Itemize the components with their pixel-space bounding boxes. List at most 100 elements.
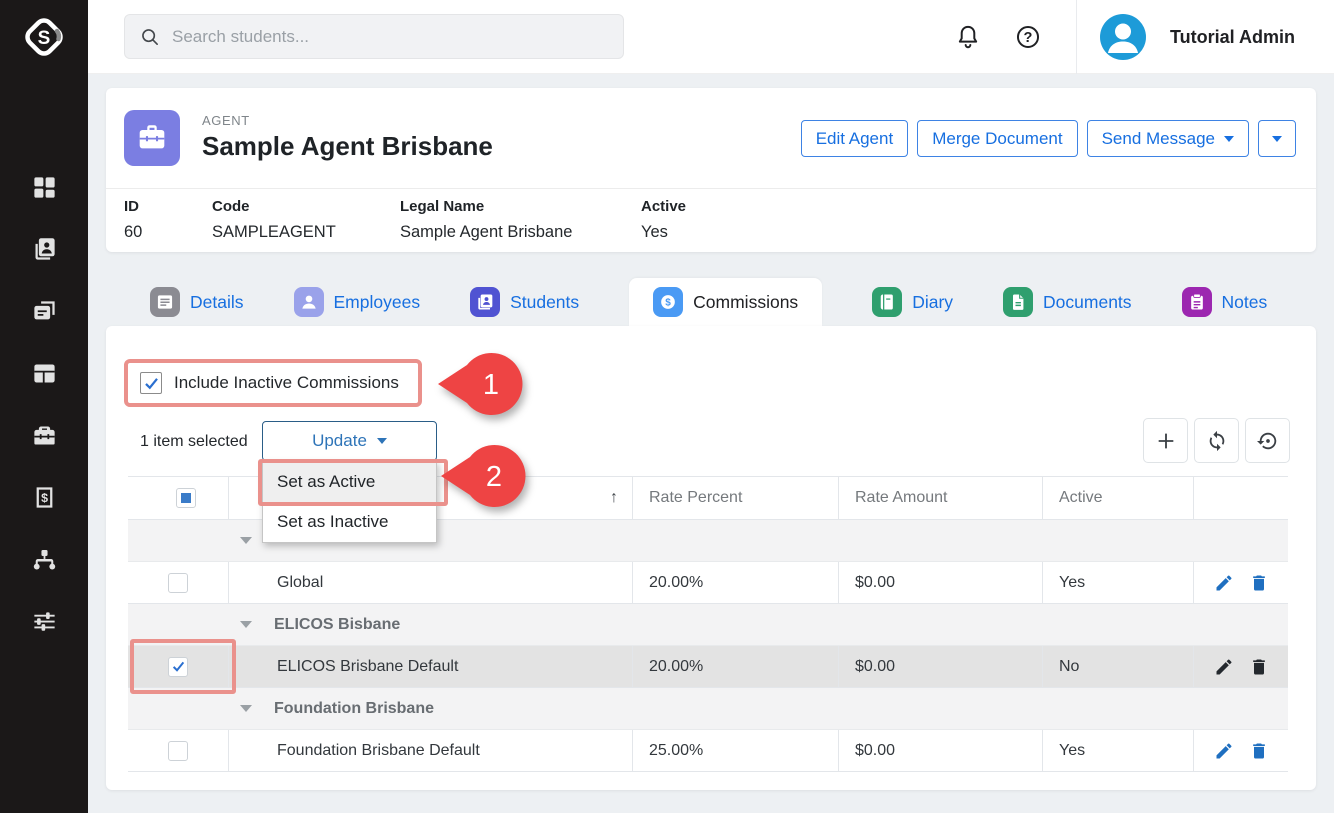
user-menu[interactable]: Tutorial Admin [1100, 0, 1295, 74]
field-code: CodeSAMPLEAGENT [212, 198, 336, 242]
app-logo-icon: S S [21, 14, 67, 60]
students-icon [31, 236, 58, 263]
row-checkbox[interactable] [168, 573, 188, 593]
table-row: Global 20.00% $0.00 Yes [128, 562, 1288, 604]
collapse-group-icon[interactable] [240, 705, 252, 712]
help-button[interactable]: ? [1014, 23, 1042, 51]
menu-item-set-as-inactive[interactable]: Set as Inactive [263, 502, 436, 542]
commissions-icon: $ [653, 287, 683, 317]
rate-amount-column-header[interactable]: Rate Amount [838, 477, 1042, 519]
sidebar-item-dashboard[interactable] [31, 174, 58, 201]
main-content: AGENT Sample Agent Brisbane Edit Agent M… [88, 74, 1334, 813]
collapse-group-icon[interactable] [240, 537, 252, 544]
tab-employees[interactable]: Employees [294, 278, 421, 326]
search-icon [139, 26, 161, 48]
svg-text:$: $ [665, 298, 671, 309]
include-inactive-highlight-box: Include Inactive Commissions [124, 359, 422, 407]
search-box [124, 14, 624, 59]
history-button[interactable] [1245, 418, 1290, 463]
network-icon [31, 546, 58, 573]
details-icon [150, 287, 180, 317]
tab-notes[interactable]: Notes [1182, 278, 1268, 326]
annotation-1-badge: 1 [437, 352, 525, 421]
row-checkbox-checked[interactable] [168, 657, 188, 677]
commissions-panel: Include Inactive Commissions 1 1 item se… [106, 326, 1316, 790]
annotation-1-number: 1 [483, 369, 499, 401]
svg-text:S: S [38, 28, 51, 49]
menu-item-set-as-active[interactable]: Set as Active [263, 462, 436, 502]
row-checkbox[interactable] [168, 741, 188, 761]
sidebar-item-timetable[interactable] [31, 360, 58, 387]
sidebar-item-agents[interactable] [31, 422, 58, 449]
diary-icon [872, 287, 902, 317]
chevron-down-icon [377, 438, 387, 444]
delete-icon[interactable] [1249, 657, 1269, 677]
sidebar-item-finance[interactable]: $ [31, 484, 58, 511]
user-name: Tutorial Admin [1170, 27, 1295, 48]
notifications-button[interactable] [954, 23, 982, 51]
checkmark-icon [143, 375, 160, 392]
sidebar-item-courses[interactable] [31, 298, 58, 325]
refresh-icon [1206, 430, 1228, 452]
edit-icon[interactable] [1214, 573, 1234, 593]
agent-header-card: AGENT Sample Agent Brisbane Edit Agent M… [106, 88, 1316, 252]
collapse-group-icon[interactable] [240, 621, 252, 628]
delete-icon[interactable] [1249, 573, 1269, 593]
svg-text:?: ? [1024, 30, 1033, 46]
card-divider [106, 188, 1316, 189]
search-input[interactable] [172, 27, 609, 47]
avatar [1100, 14, 1146, 60]
entity-kind-label: AGENT [202, 113, 250, 128]
edit-agent-button[interactable]: Edit Agent [801, 120, 909, 157]
finance-icon: $ [31, 484, 58, 511]
app-logo[interactable]: S S [0, 0, 88, 74]
more-actions-button[interactable] [1258, 120, 1296, 157]
sidebar-item-students[interactable] [31, 236, 58, 263]
tab-students[interactable]: Students [470, 278, 579, 326]
employees-icon [294, 287, 324, 317]
field-legal-name: Legal NameSample Agent Brisbane [400, 198, 572, 242]
sidebar-item-settings[interactable] [31, 608, 58, 635]
include-inactive-checkbox[interactable] [140, 372, 162, 394]
briefcase-icon [134, 120, 170, 156]
timetable-icon [31, 360, 58, 387]
sort-ascending-icon[interactable]: ↑ [610, 489, 618, 507]
tab-diary[interactable]: Diary [872, 278, 953, 326]
include-inactive-label: Include Inactive Commissions [174, 373, 399, 393]
rate-percent-column-header[interactable]: Rate Percent [632, 477, 838, 519]
select-all-cell [128, 477, 228, 519]
help-icon: ? [1014, 23, 1042, 51]
edit-icon[interactable] [1214, 741, 1234, 761]
group-row: ELICOS Bisbane [128, 604, 1288, 646]
merge-document-button[interactable]: Merge Document [917, 120, 1077, 157]
checkmark-icon [171, 659, 186, 674]
refresh-button[interactable] [1194, 418, 1239, 463]
chevron-down-icon [1224, 136, 1234, 142]
tab-details[interactable]: Details [150, 278, 244, 326]
selection-count-text: 1 item selected [140, 430, 248, 454]
send-message-button[interactable]: Send Message [1087, 120, 1249, 157]
documents-icon [1003, 287, 1033, 317]
tab-commissions[interactable]: $ Commissions [629, 278, 822, 326]
history-icon [1257, 430, 1279, 452]
active-column-header[interactable]: Active [1042, 477, 1193, 519]
update-dropdown-menu: Set as Active Set as Inactive [262, 461, 437, 543]
table-row: Foundation Brisbane Default 25.00% $0.00… [128, 730, 1288, 772]
update-button[interactable]: Update [262, 421, 437, 461]
agent-type-icon [124, 110, 180, 166]
topbar: ? Tutorial Admin [88, 0, 1334, 74]
agents-icon [31, 422, 58, 449]
field-id: ID60 [124, 198, 142, 242]
edit-icon[interactable] [1214, 657, 1234, 677]
notes-icon [1182, 287, 1212, 317]
chevron-down-icon [1272, 136, 1282, 142]
svg-text:$: $ [41, 491, 48, 505]
tab-documents[interactable]: Documents [1003, 278, 1132, 326]
tab-bar: Details Employees Students $ Commissions… [106, 278, 1267, 326]
add-commission-button[interactable] [1143, 418, 1188, 463]
settings-icon [31, 608, 58, 635]
delete-icon[interactable] [1249, 741, 1269, 761]
table-row-selected: ELICOS Brisbane Default 20.00% $0.00 No [128, 646, 1288, 688]
select-all-checkbox[interactable] [176, 488, 196, 508]
sidebar-item-network[interactable] [31, 546, 58, 573]
